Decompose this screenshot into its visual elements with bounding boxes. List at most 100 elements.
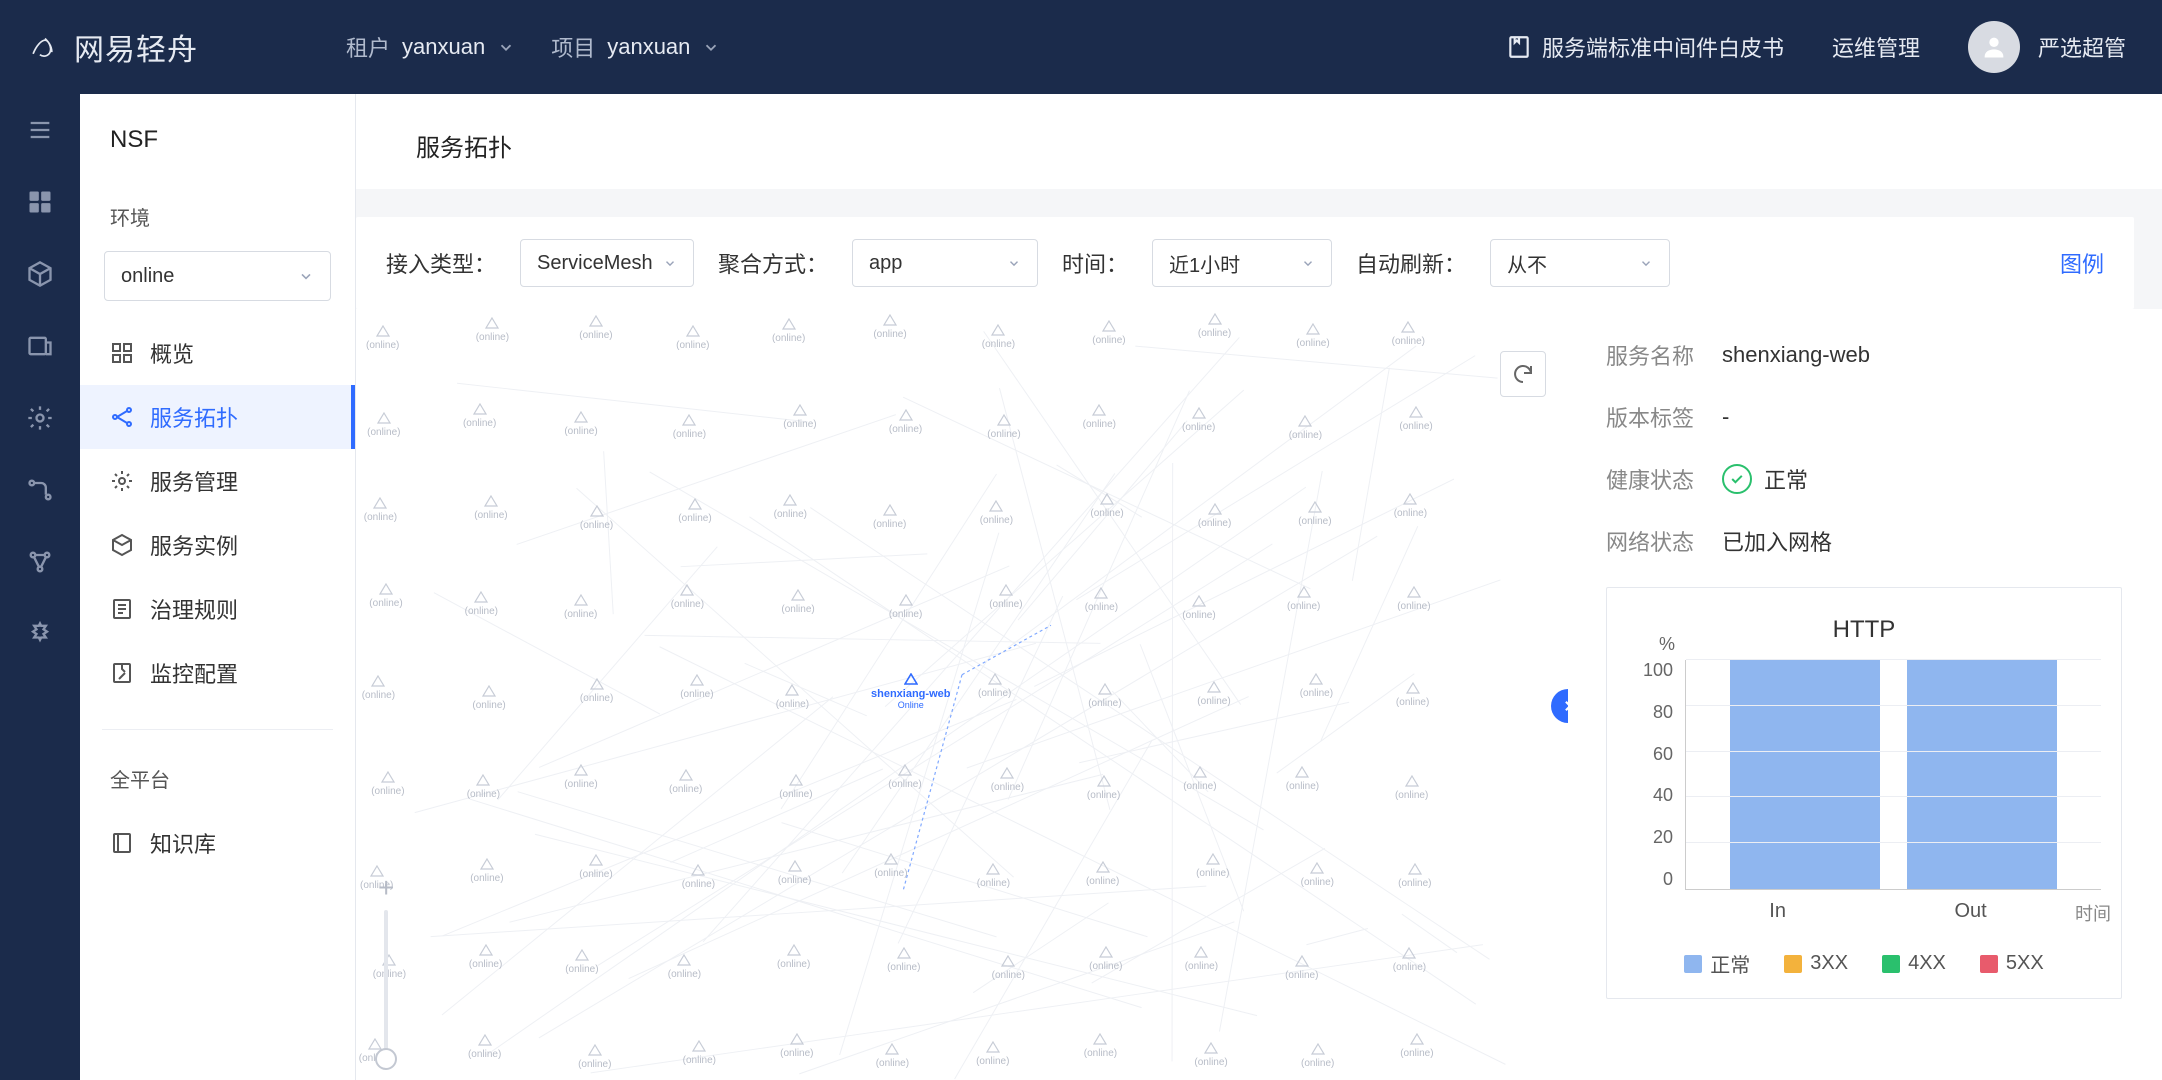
- graph-node[interactable]: (online): [772, 318, 805, 344]
- graph-node[interactable]: (online): [1182, 407, 1215, 433]
- graph-node[interactable]: (online): [1296, 323, 1329, 349]
- graph-node[interactable]: (online): [683, 1040, 716, 1066]
- graph-canvas[interactable]: (online) (online) (online) (online) (online)…: [356, 309, 1568, 1080]
- graph-node[interactable]: (online): [1285, 955, 1318, 981]
- graph-node[interactable]: (online): [371, 771, 404, 797]
- access-type-select[interactable]: ServiceMesh: [520, 239, 694, 287]
- graph-node[interactable]: (online): [1196, 853, 1229, 879]
- graph-node[interactable]: (online): [680, 674, 713, 700]
- legend-item[interactable]: 4XX: [1882, 949, 1946, 978]
- graph-node[interactable]: (online): [1088, 683, 1121, 709]
- graph-node[interactable]: (online): [1286, 766, 1319, 792]
- graph-node[interactable]: (online): [876, 1043, 909, 1069]
- graph-node[interactable]: (online): [1300, 673, 1333, 699]
- graph-node[interactable]: (online): [580, 678, 613, 704]
- graph-node[interactable]: (online): [580, 505, 613, 531]
- graph-node[interactable]: (online): [364, 497, 397, 523]
- graph-node[interactable]: (online): [1083, 404, 1116, 430]
- graph-node[interactable]: (online): [976, 1041, 1009, 1067]
- graph-node[interactable]: (online): [783, 404, 816, 430]
- graph-node[interactable]: (online): [1397, 586, 1430, 612]
- graph-node[interactable]: (online): [887, 947, 920, 973]
- graph-node[interactable]: (online): [669, 769, 702, 795]
- graph-node[interactable]: (online): [873, 314, 906, 340]
- graph-node[interactable]: (online): [1198, 313, 1231, 339]
- graph-node[interactable]: (online): [874, 853, 907, 879]
- graph-node[interactable]: (online): [474, 495, 507, 521]
- graph-node[interactable]: (online): [1298, 501, 1331, 527]
- graph-node[interactable]: (online): [1090, 493, 1123, 519]
- agg-select[interactable]: app: [852, 239, 1038, 287]
- graph-node[interactable]: (online): [778, 860, 811, 886]
- graph-node[interactable]: (online): [671, 584, 704, 610]
- graph-node[interactable]: (online): [1087, 775, 1120, 801]
- graph-node[interactable]: (online): [1086, 861, 1119, 887]
- graph-node[interactable]: (online): [1400, 1033, 1433, 1059]
- zoom-slider[interactable]: [384, 910, 388, 1060]
- graph-node[interactable]: (online): [1396, 682, 1429, 708]
- rail-nodes-icon[interactable]: [26, 548, 54, 576]
- graph-node[interactable]: (online): [668, 954, 701, 980]
- graph-node[interactable]: (online): [678, 498, 711, 524]
- graph-node[interactable]: (online): [579, 315, 612, 341]
- graph-node[interactable]: (online): [1399, 406, 1432, 432]
- tenant-selector[interactable]: 租户 yanxuan: [346, 31, 515, 63]
- rail-gear-icon[interactable]: [26, 404, 54, 432]
- graph-node[interactable]: (online): [977, 863, 1010, 889]
- graph-node[interactable]: (online): [1301, 862, 1334, 888]
- graph-node[interactable]: (online): [564, 594, 597, 620]
- graph-node[interactable]: (online): [565, 949, 598, 975]
- rail-menu-toggle[interactable]: [26, 116, 54, 144]
- graph-node[interactable]: (online): [369, 583, 402, 609]
- zoom-handle[interactable]: [375, 1048, 397, 1070]
- graph-node[interactable]: (online): [1394, 493, 1427, 519]
- graph-node[interactable]: (online): [1393, 947, 1426, 973]
- zoom-in-button[interactable]: +: [378, 872, 394, 904]
- project-selector[interactable]: 项目 yanxuan: [551, 31, 720, 63]
- graph-node[interactable]: (online): [470, 858, 503, 884]
- graph-node[interactable]: (online): [780, 1033, 813, 1059]
- graph-node[interactable]: (online): [564, 764, 597, 790]
- graph-node[interactable]: (online): [469, 944, 502, 970]
- graph-node[interactable]: (online): [1182, 595, 1215, 621]
- brand-area[interactable]: 网易轻舟: [0, 25, 226, 69]
- legend-item[interactable]: 5XX: [1980, 949, 2044, 978]
- topology-graph[interactable]: (online) (online) (online) (online) (online)…: [356, 309, 1568, 1080]
- graph-node[interactable]: (online): [472, 685, 505, 711]
- graph-node[interactable]: (online): [1289, 415, 1322, 441]
- graph-node[interactable]: (online): [463, 403, 496, 429]
- user-menu[interactable]: 严选超管: [1968, 21, 2126, 73]
- legend-link[interactable]: 图例: [2060, 247, 2104, 279]
- graph-node[interactable]: (online): [1185, 946, 1218, 972]
- refresh-select[interactable]: 从不: [1490, 239, 1670, 287]
- graph-node[interactable]: (online): [873, 504, 906, 530]
- rail-alert-icon[interactable]: [26, 620, 54, 648]
- graph-node[interactable]: (online): [781, 589, 814, 615]
- graph-node[interactable]: (online): [774, 494, 807, 520]
- sidebar-item-overview[interactable]: 概览: [80, 321, 355, 385]
- rail-route-icon[interactable]: [26, 476, 54, 504]
- graph-node[interactable]: (online): [989, 584, 1022, 610]
- graph-node[interactable]: (online): [1392, 321, 1425, 347]
- graph-node[interactable]: (online): [889, 409, 922, 435]
- graph-node[interactable]: (online): [476, 317, 509, 343]
- sidebar-item-topology[interactable]: 服务拓扑: [80, 385, 355, 449]
- sidebar-item-instances[interactable]: 服务实例: [80, 513, 355, 577]
- graph-node[interactable]: (online): [1197, 681, 1230, 707]
- graph-node[interactable]: (online): [366, 325, 399, 351]
- graph-node[interactable]: (online): [1395, 775, 1428, 801]
- graph-node[interactable]: (online): [1398, 863, 1431, 889]
- graph-node[interactable]: (online): [991, 767, 1024, 793]
- graph-node-selected[interactable]: shenxiang-webOnline: [871, 673, 950, 710]
- sidebar-item-rules[interactable]: 治理规则: [80, 577, 355, 641]
- graph-node[interactable]: (online): [1092, 320, 1125, 346]
- graph-node[interactable]: (online): [578, 1044, 611, 1070]
- sidebar-item-knowledge[interactable]: 知识库: [80, 811, 355, 875]
- graph-node[interactable]: (online): [889, 594, 922, 620]
- graph-node[interactable]: (online): [776, 684, 809, 710]
- graph-node[interactable]: (online): [673, 414, 706, 440]
- graph-node[interactable]: (online): [1085, 587, 1118, 613]
- legend-item[interactable]: 3XX: [1784, 949, 1848, 978]
- graph-node[interactable]: (online): [465, 591, 498, 617]
- rail-cube-icon[interactable]: [26, 260, 54, 288]
